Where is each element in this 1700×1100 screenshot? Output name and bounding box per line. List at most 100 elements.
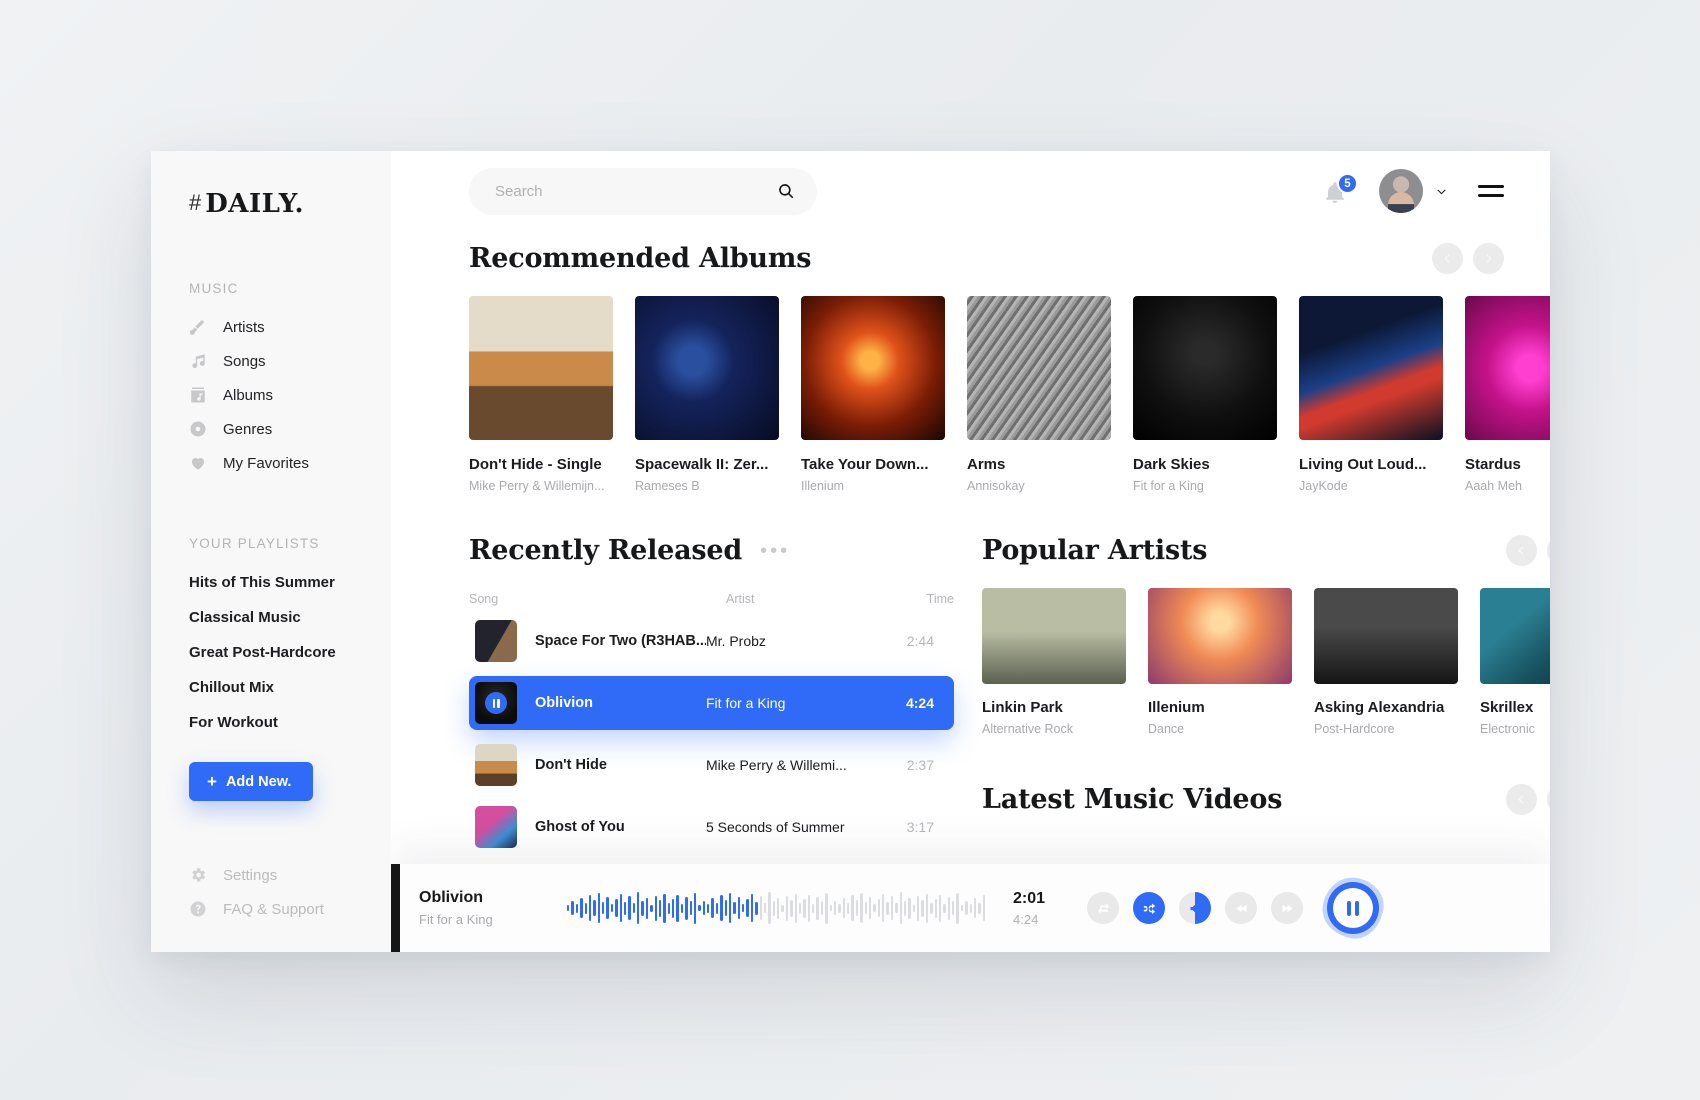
artist-card[interactable]: Skrillex Electronic — [1480, 588, 1550, 736]
pause-icon[interactable] — [1333, 888, 1373, 928]
avatar[interactable] — [1379, 169, 1423, 213]
artist-photo[interactable] — [1148, 588, 1292, 684]
shuffle-button[interactable] — [1133, 892, 1165, 924]
album-artist: JayKode — [1299, 479, 1348, 493]
carousel-prev-button[interactable] — [1506, 535, 1537, 566]
track-table-header: Song Artist Time — [469, 592, 954, 606]
notifications-button[interactable]: 5 — [1323, 173, 1358, 205]
artist-photo[interactable] — [982, 588, 1126, 684]
brand-logo[interactable]: # DAILY. — [151, 181, 391, 219]
artist-card[interactable]: Illenium Dance — [1148, 588, 1292, 736]
previous-track-button[interactable] — [1225, 892, 1257, 924]
gear-icon — [189, 866, 207, 884]
burger-line — [1478, 194, 1504, 197]
album-cover[interactable] — [635, 296, 779, 440]
user-menu[interactable] — [1379, 169, 1448, 213]
playlist-item[interactable]: Classical Music — [151, 600, 391, 635]
repeat-button[interactable] — [1087, 892, 1119, 924]
carousel-next-button[interactable] — [1547, 535, 1550, 566]
top-bar: 5 — [391, 151, 1550, 231]
album-artist: Mike Perry & Willemijn... — [469, 479, 605, 493]
search-icon[interactable] — [777, 182, 795, 200]
table-row[interactable]: Don't Hide Mike Perry & Willemi... 2:37 — [469, 738, 954, 792]
album-card[interactable]: Dark Skies Fit for a King — [1133, 296, 1277, 493]
waveform-bar — [689, 901, 692, 915]
carousel-next-button[interactable] — [1473, 243, 1504, 274]
album-cover[interactable] — [801, 296, 945, 440]
chevron-down-icon[interactable] — [1435, 185, 1448, 198]
table-row[interactable]: Oblivion Fit for a King 4:24 — [469, 676, 954, 730]
track-time: 2:44 — [906, 633, 934, 649]
waveform-bar — [759, 896, 762, 920]
waveform-bar — [567, 905, 570, 911]
add-new-playlist-button[interactable]: + Add New. — [189, 762, 314, 801]
album-artist: Rameses B — [635, 479, 700, 493]
carousel-prev-button[interactable] — [1506, 784, 1537, 815]
popular-artists-header: Popular Artists — [982, 535, 1550, 566]
album-card[interactable]: Stardus Aaah Meh — [1465, 296, 1550, 493]
recommended-albums-header: Recommended Albums — [469, 243, 1550, 274]
waveform-bar — [803, 898, 806, 918]
pause-icon[interactable] — [485, 692, 507, 714]
player-album-cover[interactable]: Ƒi — [391, 864, 400, 952]
artist-card[interactable]: Asking Alexandria Post-Hardcore — [1314, 588, 1458, 736]
hamburger-menu-icon[interactable] — [1478, 185, 1504, 197]
waveform-bar — [663, 893, 666, 923]
sidebar-item-artists[interactable]: Artists — [151, 310, 391, 344]
waveform-bar — [711, 898, 714, 918]
album-card[interactable]: Spacewalk II: Zer... Rameses B — [635, 296, 779, 493]
carousel-next-button[interactable] — [1547, 784, 1550, 815]
carousel-prev-button[interactable] — [1432, 243, 1463, 274]
playlist-item[interactable]: Great Post-Hardcore — [151, 635, 391, 670]
search-box[interactable] — [469, 167, 817, 215]
search-input[interactable] — [469, 182, 817, 200]
volume-button[interactable] — [1179, 892, 1211, 924]
sidebar-item-songs[interactable]: Songs — [151, 344, 391, 378]
album-card[interactable]: Living Out Loud... JayKode — [1299, 296, 1443, 493]
waveform-bar — [877, 899, 880, 917]
sidebar-item-faq-support[interactable]: FAQ & Support — [151, 892, 391, 926]
track-thumbnail[interactable] — [475, 682, 517, 724]
album-card[interactable]: Take Your Down... Illenium — [801, 296, 945, 493]
playlist-item[interactable]: Hits of This Summer — [151, 565, 391, 600]
more-dots-icon[interactable]: ••• — [760, 541, 790, 561]
sidebar-item-label: My Favorites — [223, 454, 309, 472]
artist-photo[interactable] — [1480, 588, 1550, 684]
section-title: Latest Music Videos — [982, 784, 1283, 815]
table-row[interactable]: Ghost of You 5 Seconds of Summer 3:17 — [469, 800, 954, 854]
sidebar-item-settings[interactable]: Settings — [151, 858, 391, 892]
waveform-bar — [641, 900, 644, 916]
sidebar-item-albums[interactable]: Albums — [151, 378, 391, 412]
artist-card[interactable]: Linkin Park Alternative Rock — [982, 588, 1126, 736]
waveform-bar — [908, 897, 911, 919]
album-card[interactable]: Arms Annisokay — [967, 296, 1111, 493]
waveform-bar — [746, 899, 749, 917]
album-cover[interactable] — [469, 296, 613, 440]
sidebar-item-my-favorites[interactable]: My Favorites — [151, 446, 391, 480]
album-cover[interactable] — [1465, 296, 1550, 440]
waveform-progress-bar[interactable] — [561, 886, 991, 930]
recently-released-section: Recently Released ••• Song Artist Time S… — [469, 535, 954, 854]
volume-icon — [1190, 903, 1202, 913]
playlist-item[interactable]: Chillout Mix — [151, 670, 391, 705]
next-track-button[interactable] — [1271, 892, 1303, 924]
album-artist: Fit for a King — [1133, 479, 1204, 493]
artist-photo[interactable] — [1314, 588, 1458, 684]
table-row[interactable]: Space For Two (R3HAB... Mr. Probz 2:44 — [469, 614, 954, 668]
waveform-bar — [602, 902, 605, 914]
waveform-bar — [816, 896, 819, 920]
waveform-bar — [733, 902, 736, 914]
album-cover[interactable] — [1299, 296, 1443, 440]
album-cover[interactable] — [967, 296, 1111, 440]
playlist-item[interactable]: For Workout — [151, 705, 391, 740]
track-time: 4:24 — [905, 695, 934, 711]
latest-videos-carousel-nav — [1506, 784, 1550, 815]
waveform-bar — [895, 903, 898, 913]
sidebar-item-genres[interactable]: Genres — [151, 412, 391, 446]
chevron-left-icon — [1518, 546, 1524, 555]
waveform-bar — [584, 902, 587, 914]
waveform-bar — [820, 901, 824, 915]
play-pause-button[interactable] — [1318, 873, 1388, 943]
album-cover[interactable] — [1133, 296, 1277, 440]
album-card[interactable]: Don't Hide - Single Mike Perry & Willemi… — [469, 296, 613, 493]
